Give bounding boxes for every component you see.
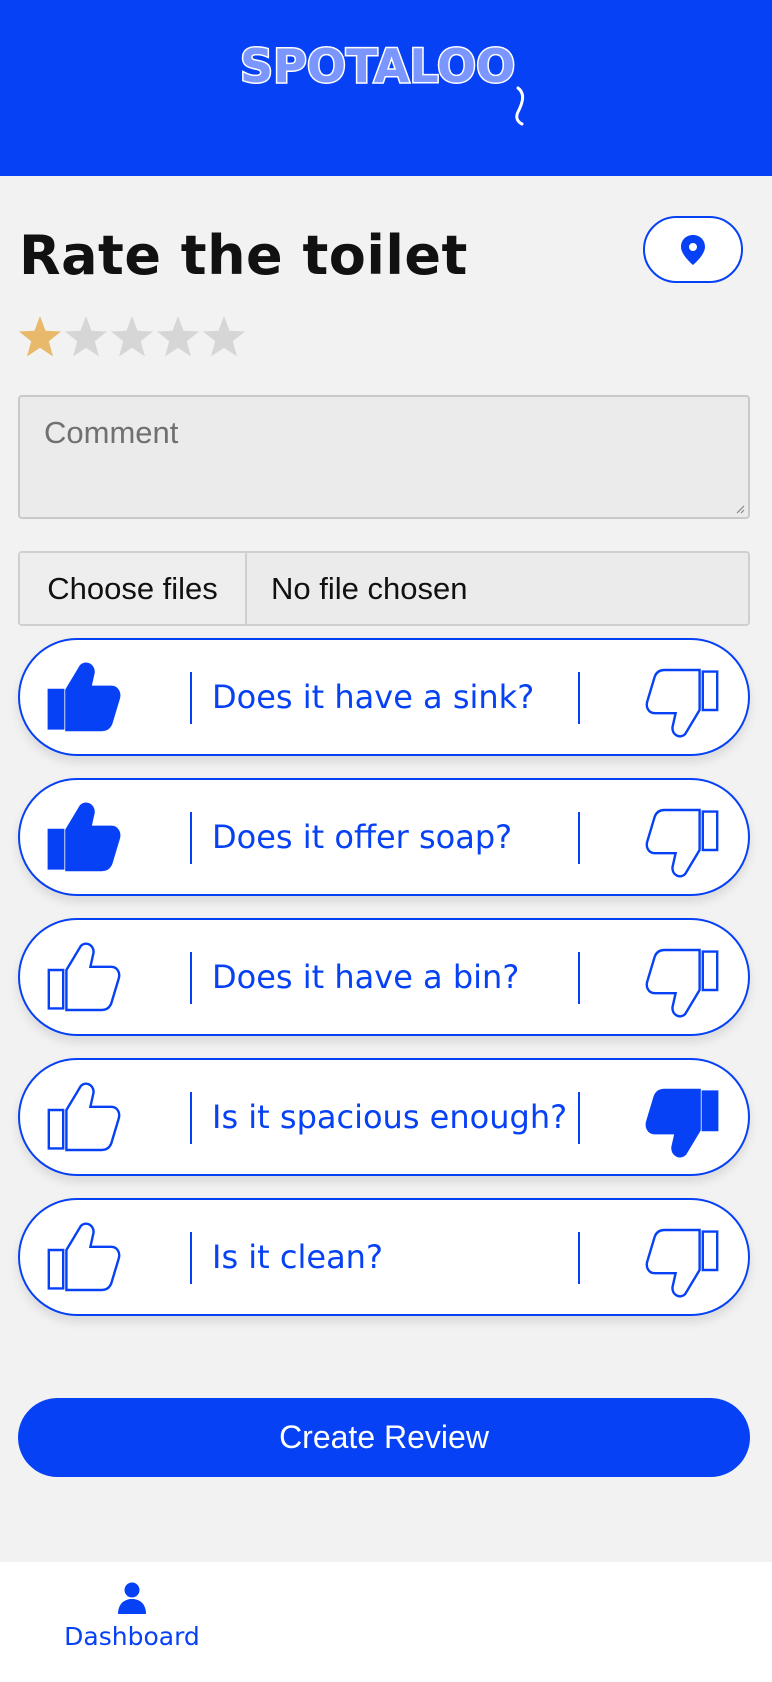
comment-placeholder: Comment — [44, 415, 179, 450]
thumbs-down-icon[interactable] — [642, 1222, 722, 1302]
spotaloo-logo: SPOTALOO — [239, 38, 525, 126]
question-card-spacious: Is it spacious enough? — [18, 1058, 750, 1176]
thumbs-down-icon[interactable] — [642, 802, 722, 882]
divider — [578, 952, 580, 1004]
nav-label-dashboard: Dashboard — [64, 1622, 200, 1651]
question-label: Does it have a bin? — [212, 958, 520, 996]
thumbs-up-icon[interactable] — [44, 658, 124, 738]
file-input[interactable]: Choose files No file chosen — [18, 551, 750, 626]
question-card-soap: Does it offer soap? — [18, 778, 750, 896]
divider — [190, 672, 192, 724]
divider — [190, 812, 192, 864]
comment-field[interactable]: Comment — [18, 395, 750, 519]
create-review-button[interactable]: Create Review — [18, 1398, 750, 1477]
thumbs-down-icon[interactable] — [642, 662, 722, 742]
location-button[interactable] — [643, 216, 743, 283]
file-status: No file chosen — [271, 570, 468, 606]
thumbs-up-icon[interactable] — [44, 1218, 124, 1298]
star-rating — [17, 314, 247, 360]
divider — [190, 952, 192, 1004]
thumbs-up-icon[interactable] — [44, 1078, 124, 1158]
choose-files-button[interactable]: Choose files — [20, 553, 247, 624]
thumbs-up-icon[interactable] — [44, 798, 124, 878]
logo-text: SPOTALOO — [240, 39, 515, 93]
divider — [578, 672, 580, 724]
question-card-sink: Does it have a sink? — [18, 638, 750, 756]
question-label: Does it offer soap? — [212, 818, 513, 856]
star-icon-2[interactable] — [63, 314, 109, 360]
map-pin-icon — [681, 234, 705, 265]
star-icon-3[interactable] — [109, 314, 155, 360]
thumbs-down-icon[interactable] — [642, 942, 722, 1022]
page-title: Rate the toilet — [19, 224, 468, 287]
star-icon-4[interactable] — [155, 314, 201, 360]
question-label: Does it have a sink? — [212, 678, 535, 716]
divider — [578, 812, 580, 864]
user-icon — [118, 1582, 146, 1614]
question-card-bin: Does it have a bin? — [18, 918, 750, 1036]
nav-item-dashboard[interactable]: Dashboard — [62, 1582, 202, 1651]
question-card-clean: Is it clean? — [18, 1198, 750, 1316]
bottom-nav: Dashboard — [0, 1562, 772, 1682]
divider — [578, 1092, 580, 1144]
divider — [578, 1232, 580, 1284]
divider — [190, 1232, 192, 1284]
question-label: Is it clean? — [212, 1238, 383, 1276]
resize-grip-icon[interactable] — [735, 504, 745, 514]
question-label: Is it spacious enough? — [212, 1098, 568, 1136]
star-icon-5[interactable] — [201, 314, 247, 360]
star-icon-1[interactable] — [17, 314, 63, 360]
divider — [190, 1092, 192, 1144]
app-header: SPOTALOO — [0, 0, 772, 176]
thumbs-up-icon[interactable] — [44, 938, 124, 1018]
thumbs-down-icon[interactable] — [642, 1082, 722, 1162]
